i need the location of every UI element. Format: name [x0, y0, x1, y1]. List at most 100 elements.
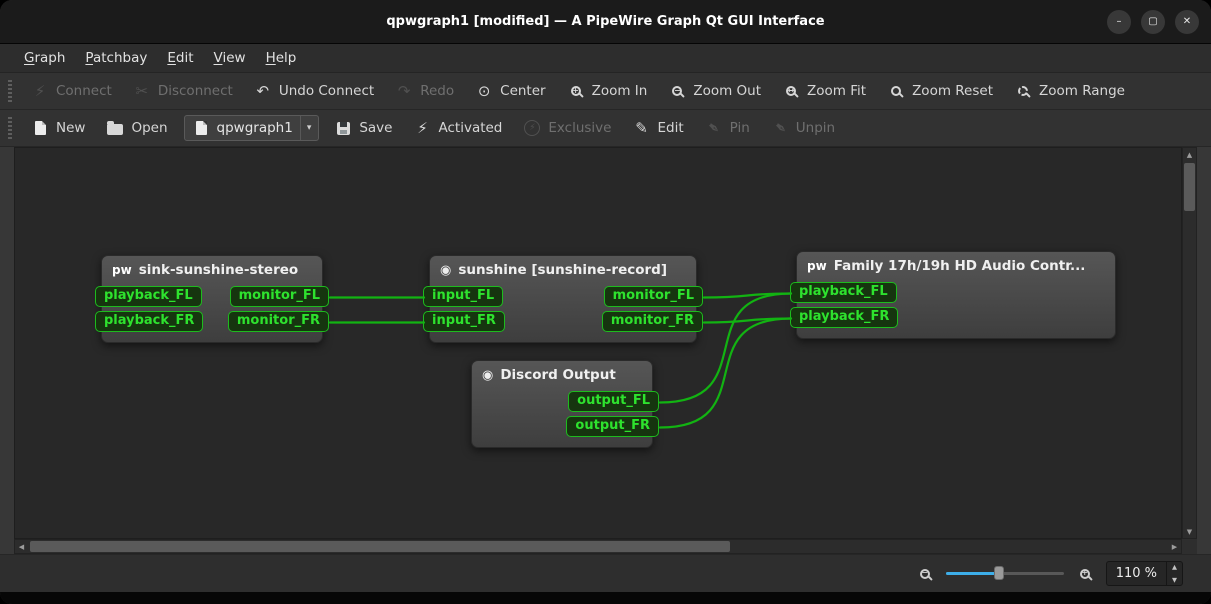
redo-icon: ↷ — [396, 84, 412, 99]
port-family-playback_FR[interactable]: playback_FR — [790, 307, 898, 328]
spin-down-icon[interactable]: ▼ — [1167, 574, 1182, 586]
bolt-icon: ⚡ — [414, 121, 430, 136]
app-window: qpwgraph1 [modified] — A PipeWire Graph … — [0, 0, 1211, 604]
port-discord-output_FR[interactable]: output_FR — [566, 416, 659, 437]
zoom-slider[interactable] — [946, 565, 1064, 582]
disconnect-button: ✂Disconnect — [124, 77, 243, 105]
bolt-circle-icon: ⚡ — [524, 120, 540, 136]
port-discord-output_FL[interactable]: output_FL — [568, 391, 659, 412]
new-button[interactable]: New — [22, 114, 95, 142]
file-new-icon — [32, 121, 48, 135]
unpin-icon: ✒ — [772, 121, 788, 136]
zoom-out-icon[interactable]: − — [917, 569, 933, 579]
edit-button[interactable]: ✎Edit — [623, 114, 693, 142]
zoom-out-icon: − — [917, 569, 933, 579]
zoom-range-icon — [1015, 86, 1031, 96]
port-sink-monitor_FL[interactable]: monitor_FL — [230, 286, 329, 307]
menu-patchbay[interactable]: Patchbay — [75, 46, 157, 70]
node-sink[interactable]: pwsink-sunshine-stereoplayback_FLmonitor… — [101, 255, 323, 343]
connections-layer — [15, 148, 1181, 538]
zoom-out-button[interactable]: −Zoom Out — [659, 77, 771, 105]
zoom-in-button[interactable]: +Zoom In — [558, 77, 658, 105]
undo-icon: ↶ — [255, 84, 271, 99]
node-title: Discord Output — [500, 367, 615, 383]
folder-open-icon — [107, 121, 123, 135]
menu-graph[interactable]: Graph — [14, 46, 75, 70]
horizontal-scroll-thumb[interactable] — [30, 541, 730, 552]
zoom-range-button[interactable]: Zoom Range — [1005, 77, 1135, 105]
toolbar-graph: ⚡Connect✂Disconnect↶Undo Connect↷Redo⊙Ce… — [0, 73, 1211, 110]
menu-view[interactable]: View — [204, 46, 256, 70]
graph-canvas[interactable]: pwsink-sunshine-stereoplayback_FLmonitor… — [14, 147, 1182, 539]
zoom-slider-fill — [946, 572, 999, 575]
node-family[interactable]: pwFamily 17h/19h HD Audio Contr...playba… — [796, 251, 1116, 339]
close-button[interactable]: ✕ — [1175, 10, 1199, 34]
center-button[interactable]: ⊙Center — [466, 77, 555, 105]
open-button[interactable]: Open — [97, 114, 177, 142]
save-icon — [335, 122, 351, 135]
connection-wire[interactable] — [704, 319, 791, 323]
file-icon — [194, 121, 210, 135]
zoom-out-icon: − — [669, 86, 685, 96]
node-header: ◉Discord Output — [472, 361, 652, 386]
save-button[interactable]: Save — [325, 114, 402, 142]
node-header: ◉ sunshine [sunshine-record] — [430, 256, 696, 281]
titlebar[interactable]: qpwgraph1 [modified] — A PipeWire Graph … — [0, 0, 1211, 44]
scroll-up-icon[interactable]: ▲ — [1183, 148, 1196, 161]
redo-button: ↷Redo — [386, 77, 464, 105]
audio-app-icon: ◉ — [440, 264, 451, 277]
connection-wire[interactable] — [704, 294, 791, 298]
disconnect-icon: ✂ — [134, 84, 150, 99]
port-sink-monitor_FR[interactable]: monitor_FR — [228, 311, 329, 332]
pipewire-icon: pw — [112, 264, 132, 276]
session-combo[interactable]: qpwgraph1 ▾ — [184, 115, 320, 141]
port-sunshine-input_FR[interactable]: input_FR — [423, 311, 505, 332]
scroll-left-icon[interactable]: ◀ — [15, 540, 28, 553]
zoom-slider-handle[interactable] — [994, 566, 1004, 580]
window-controls: –▢ ✕ — [1107, 10, 1199, 34]
node-title: Family 17h/19h HD Audio Contr... — [834, 258, 1086, 274]
scroll-right-icon[interactable]: ▶ — [1168, 540, 1181, 553]
statusbar: − + 110 % ▲ ▼ — [0, 554, 1211, 592]
zoom-in-icon[interactable]: + — [1077, 569, 1093, 579]
pencil-icon: ✎ — [633, 121, 649, 136]
node-sunshine[interactable]: ◉sunshine [sunshine-record]input_FLmonit… — [429, 255, 697, 343]
port-sunshine-monitor_FR[interactable]: monitor_FR — [602, 311, 703, 332]
connect-icon: ⚡ — [32, 84, 48, 99]
maximize-button[interactable]: ▢ — [1141, 10, 1165, 34]
node-title: sunshine [sunshine-record] — [458, 262, 667, 278]
port-sunshine-monitor_FL[interactable]: monitor_FL — [604, 286, 703, 307]
zoom-fit-button[interactable]: ↔Zoom Fit — [773, 77, 876, 105]
port-sink-playback_FL[interactable]: playback_FL — [95, 286, 202, 307]
scroll-down-icon[interactable]: ▼ — [1183, 525, 1196, 538]
port-sink-playback_FR[interactable]: playback_FR — [95, 311, 203, 332]
menubar: GraphPatchbayEditViewHelp — [0, 44, 1211, 73]
undo-connect-button[interactable]: ↶Undo Connect — [245, 77, 384, 105]
exclusive-button: ⚡Exclusive — [514, 114, 621, 142]
activated-button[interactable]: ⚡Activated — [404, 114, 512, 142]
vertical-scrollbar[interactable]: ▲ ▼ — [1182, 147, 1197, 539]
center-icon: ⊙ — [476, 84, 492, 99]
pin-icon: ✒ — [706, 121, 722, 136]
menu-edit[interactable]: Edit — [157, 46, 203, 70]
zoom-spinbox[interactable]: 110 % ▲ ▼ — [1106, 561, 1183, 586]
zoom-in-icon: + — [1077, 569, 1093, 579]
port-sunshine-input_FL[interactable]: input_FL — [423, 286, 503, 307]
node-discord[interactable]: ◉Discord Outputoutput_FLoutput_FR — [471, 360, 653, 448]
horizontal-scrollbar[interactable]: ◀ ▶ — [14, 539, 1182, 554]
spin-up-icon[interactable]: ▲ — [1167, 561, 1182, 573]
zoom-reset-button[interactable]: Zoom Reset — [878, 77, 1003, 105]
minimize-button[interactable]: – — [1107, 10, 1131, 34]
toolbar-grip[interactable] — [8, 117, 12, 139]
pipewire-icon: pw — [807, 260, 827, 272]
toolbar-grip[interactable] — [8, 80, 12, 102]
menu-help[interactable]: Help — [256, 46, 307, 70]
canvas-frame: pwsink-sunshine-stereoplayback_FLmonitor… — [14, 147, 1197, 554]
session-combo-label: qpwgraph1 — [217, 120, 293, 136]
zoom-in-icon: + — [568, 86, 584, 96]
port-family-playback_FL[interactable]: playback_FL — [790, 282, 897, 303]
chevron-down-icon: ▾ — [300, 116, 312, 140]
zoom-value: 110 % — [1116, 566, 1157, 581]
node-title: sink-sunshine-stereo — [139, 262, 299, 278]
vertical-scroll-thumb[interactable] — [1184, 163, 1195, 211]
